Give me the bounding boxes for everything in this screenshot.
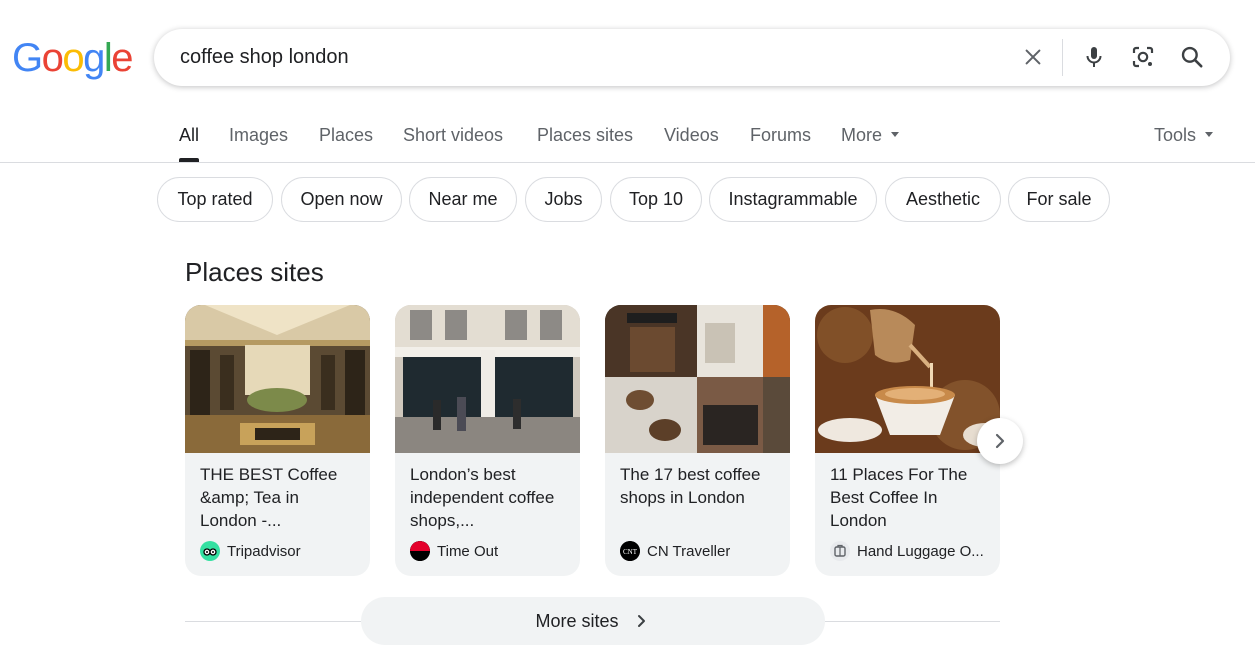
- tab-forums[interactable]: Forums: [750, 125, 811, 146]
- source-name: CN Traveller: [647, 542, 731, 560]
- caret-down-icon: [891, 131, 900, 137]
- chip-top-rated[interactable]: Top rated: [157, 177, 273, 222]
- tab-short-videos[interactable]: Short videos: [403, 125, 503, 146]
- logo-letter: o: [41, 36, 64, 80]
- tab-videos[interactable]: Videos: [664, 125, 719, 146]
- tab-all[interactable]: All: [179, 125, 199, 146]
- card-thumbnail: [815, 305, 1000, 453]
- card-thumbnail: [395, 305, 580, 453]
- carousel-next-button[interactable]: [977, 418, 1023, 464]
- timeout-icon: [410, 541, 430, 561]
- cnt-icon: CNT: [620, 541, 640, 561]
- chevron-right-icon: [637, 615, 645, 627]
- card-thumbnail: [605, 305, 790, 453]
- tools-button[interactable]: Tools: [1154, 125, 1214, 146]
- card-source: CNT CN Traveller: [620, 541, 785, 561]
- card-thumbnail: [185, 305, 370, 453]
- card-source: Tripadvisor: [200, 541, 365, 561]
- chip-top-10[interactable]: Top 10: [610, 177, 702, 222]
- source-name: Hand Luggage O...: [857, 542, 984, 560]
- lens-camera-icon[interactable]: [1128, 42, 1158, 72]
- site-card[interactable]: 11 Places For The Best Coffee In London …: [815, 305, 1000, 576]
- more-sites-label: More sites: [535, 610, 619, 631]
- google-logo[interactable]: Google: [12, 36, 133, 80]
- chip-instagrammable[interactable]: Instagrammable: [709, 177, 877, 222]
- search-icon[interactable]: [1177, 42, 1207, 72]
- chip-jobs[interactable]: Jobs: [525, 177, 602, 222]
- more-sites-button[interactable]: More sites: [361, 597, 825, 645]
- search-divider: [1062, 39, 1063, 76]
- card-title: The 17 best coffee shops in London: [620, 465, 761, 507]
- logo-letter: g: [83, 36, 105, 80]
- search-input[interactable]: [180, 29, 1000, 86]
- logo-letter: e: [111, 36, 133, 80]
- card-title: 11 Places For The Best Coffee In London: [830, 465, 968, 530]
- logo-letter: o: [62, 36, 84, 80]
- site-card[interactable]: London’s best independent coffee shops,.…: [395, 305, 580, 576]
- tools-label: Tools: [1154, 125, 1197, 145]
- divider-right: [825, 621, 1000, 622]
- card-title: London’s best independent coffee shops,.…: [410, 465, 555, 530]
- logo-letter: l: [103, 36, 113, 80]
- divider-left: [185, 621, 361, 622]
- chip-near-me[interactable]: Near me: [409, 177, 517, 222]
- caret-down-icon: [1205, 131, 1214, 137]
- hand-luggage-icon: [830, 541, 850, 561]
- site-card[interactable]: THE BEST Coffee &amp; Tea in London -...…: [185, 305, 370, 576]
- tab-more-label: More: [841, 125, 883, 145]
- source-name: Tripadvisor: [227, 542, 301, 560]
- search-tabs: All Images Places Short videos Places si…: [0, 113, 1255, 163]
- tripadvisor-icon: [200, 541, 220, 561]
- source-name: Time Out: [437, 542, 499, 560]
- chip-for-sale[interactable]: For sale: [1008, 177, 1110, 222]
- microphone-icon[interactable]: [1079, 42, 1109, 72]
- clear-icon[interactable]: [1018, 42, 1048, 72]
- chevron-right-icon: [995, 433, 1005, 449]
- tab-places-sites[interactable]: Places sites: [537, 125, 633, 146]
- card-title: THE BEST Coffee &amp; Tea in London -...: [200, 465, 338, 530]
- card-source: Time Out: [410, 541, 575, 561]
- chip-aesthetic[interactable]: Aesthetic: [885, 177, 1001, 222]
- active-tab-indicator: [179, 158, 199, 162]
- section-title: Places sites: [185, 257, 324, 287]
- svg-text:CNT: CNT: [623, 548, 638, 556]
- card-source: Hand Luggage O...: [830, 541, 995, 561]
- chip-open-now[interactable]: Open now: [281, 177, 402, 222]
- search-bar: [154, 29, 1230, 86]
- tab-places[interactable]: Places: [319, 125, 373, 146]
- tab-images[interactable]: Images: [229, 125, 288, 146]
- logo-letter: G: [12, 36, 43, 80]
- tab-more[interactable]: More: [841, 125, 900, 146]
- site-card[interactable]: The 17 best coffee shops in London CNT C…: [605, 305, 790, 576]
